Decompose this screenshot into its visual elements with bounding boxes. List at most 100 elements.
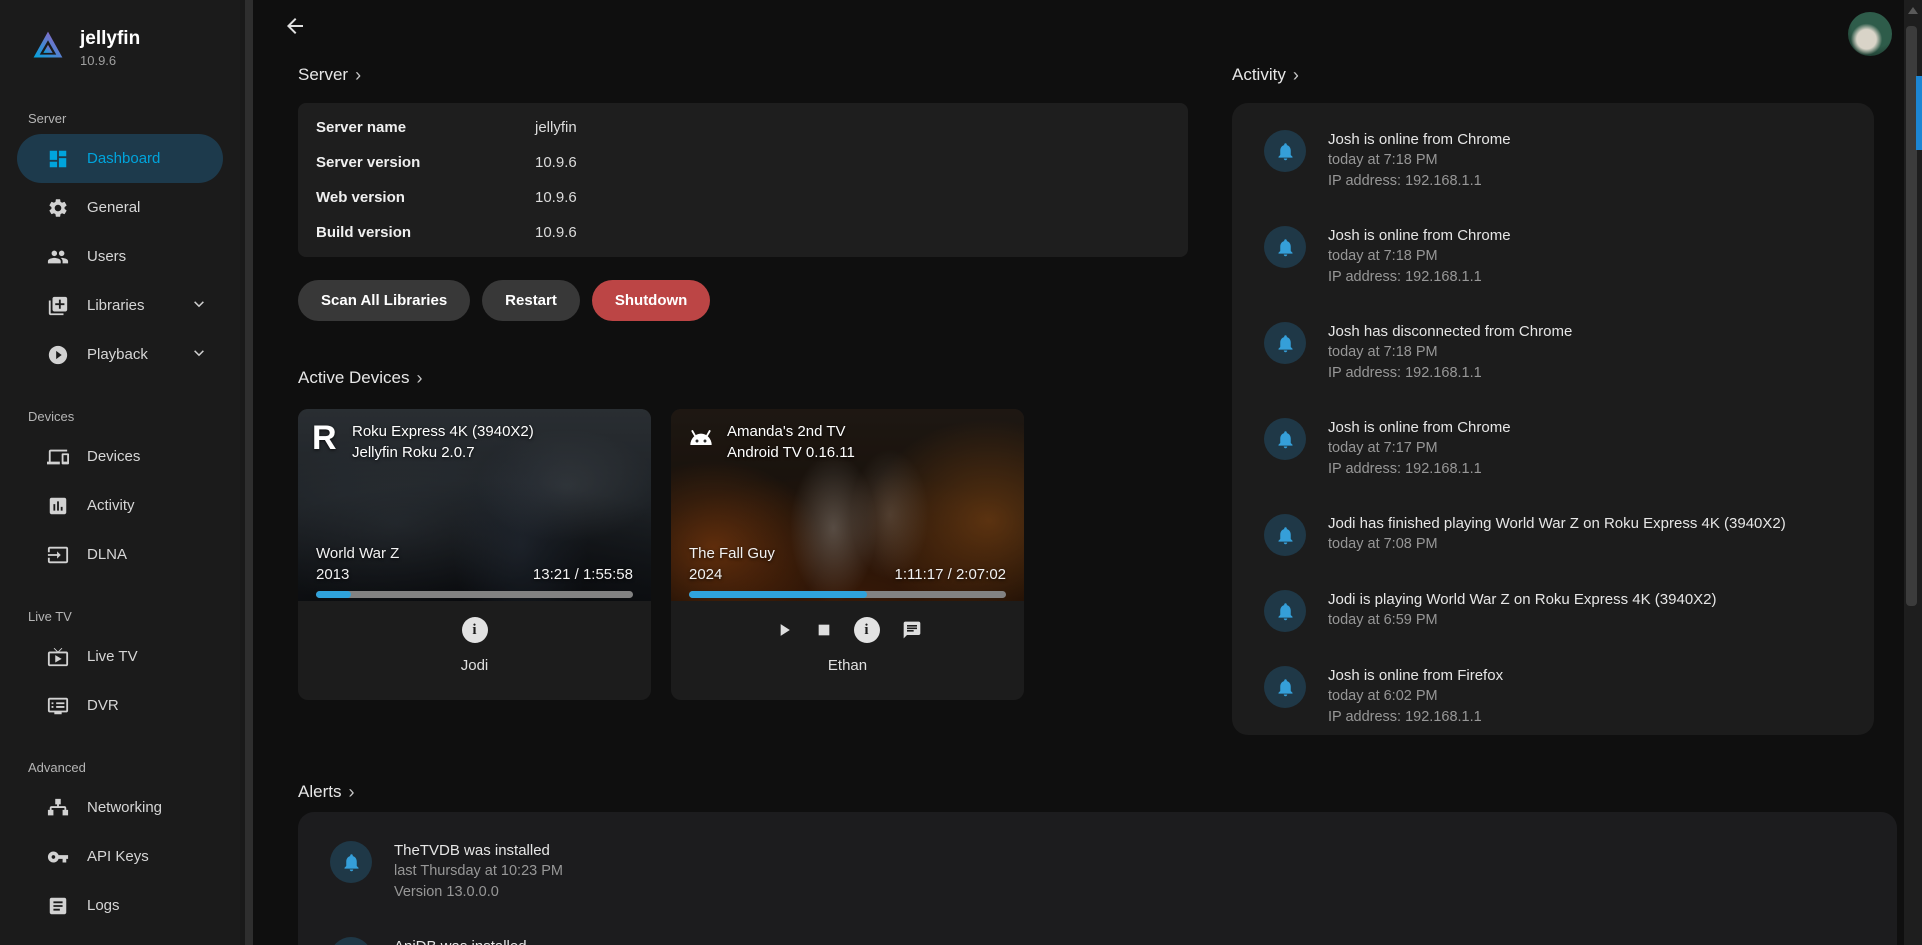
- sidebar-item-general[interactable]: General: [17, 183, 223, 232]
- chevron-down-icon[interactable]: [191, 296, 207, 316]
- playback-time: 1:11:17 / 2:07:02: [895, 564, 1006, 585]
- activity-section-heading[interactable]: Activity ›: [1232, 65, 1874, 85]
- activity-entry: Josh is online from Firefox today at 6:0…: [1264, 665, 1854, 728]
- user-avatar[interactable]: [1848, 12, 1892, 56]
- sidebar-item-label: Logs: [87, 897, 120, 914]
- info-button[interactable]: i: [462, 617, 488, 643]
- alert-title: AniDB was installed: [394, 936, 527, 945]
- info-button[interactable]: i: [854, 617, 880, 643]
- alert-time: last Thursday at 10:23 PM: [394, 861, 563, 882]
- nav-section-live-tv: Live TV: [0, 609, 240, 624]
- sidebar-item-networking[interactable]: Networking: [17, 783, 223, 832]
- session-card-android-tv[interactable]: Amanda's 2nd TV Android TV 0.16.11 The F…: [671, 409, 1024, 700]
- arrow-left-icon: [283, 14, 307, 38]
- sidebar-nav: Server Dashboard General Users Libraries…: [0, 111, 240, 930]
- sidebar-item-live-tv[interactable]: Live TV: [17, 632, 223, 681]
- activity-title: Jodi has finished playing World War Z on…: [1328, 513, 1786, 534]
- build-version-value: 10.9.6: [535, 224, 1170, 241]
- gear-icon: [47, 197, 69, 219]
- dlna-icon: [47, 544, 69, 566]
- sidebar: jellyfin 10.9.6 Server Dashboard General…: [0, 0, 240, 945]
- sidebar-item-dashboard[interactable]: Dashboard: [17, 134, 223, 183]
- sidebar-item-label: Networking: [87, 799, 162, 816]
- android-icon: [685, 424, 717, 450]
- play-button[interactable]: [774, 620, 794, 640]
- active-devices-heading[interactable]: Active Devices ›: [298, 368, 1188, 388]
- server-name-row: Server name jellyfin: [316, 110, 1170, 145]
- sidebar-scrollbar[interactable]: [240, 0, 253, 945]
- bell-icon: [1264, 514, 1306, 556]
- server-version-label: Server version: [316, 154, 535, 171]
- playback-progress-bar: [689, 591, 1006, 598]
- server-name-label: Server name: [316, 119, 535, 136]
- activity-entry: Josh is online from Chrome today at 7:17…: [1264, 417, 1854, 480]
- bell-icon: [330, 841, 372, 883]
- shutdown-button[interactable]: Shutdown: [592, 280, 710, 321]
- app-title: jellyfin: [80, 28, 140, 50]
- live-tv-icon: [47, 646, 69, 668]
- sidebar-item-dvr[interactable]: DVR: [17, 681, 223, 730]
- sidebar-item-users[interactable]: Users: [17, 232, 223, 281]
- server-info-card: Server name jellyfin Server version 10.9…: [298, 103, 1188, 257]
- sidebar-item-label: Playback: [87, 346, 148, 363]
- alert-title: TheTVDB was installed: [394, 840, 563, 861]
- activity-entry: Jodi is playing World War Z on Roku Expr…: [1264, 589, 1854, 632]
- client-version: Jellyfin Roku 2.0.7: [352, 442, 534, 463]
- sidebar-item-dlna[interactable]: DLNA: [17, 530, 223, 579]
- activity-title: Josh is online from Chrome: [1328, 417, 1511, 438]
- restart-button[interactable]: Restart: [482, 280, 580, 321]
- networking-icon: [47, 797, 69, 819]
- build-version-row: Build version 10.9.6: [316, 215, 1170, 250]
- activity-time: today at 7:18 PM: [1328, 246, 1511, 267]
- main-content: Server › Server name jellyfin Server ver…: [253, 0, 1904, 945]
- dashboard-icon: [47, 148, 69, 170]
- activity-ip: IP address: 192.168.1.1: [1328, 459, 1511, 480]
- message-button[interactable]: [902, 620, 922, 640]
- session-card-roku[interactable]: R Roku Express 4K (3940X2) Jellyfin Roku…: [298, 409, 651, 700]
- media-year: 2024: [689, 564, 775, 585]
- bell-icon: [1264, 130, 1306, 172]
- web-version-value: 10.9.6: [535, 189, 1170, 206]
- activity-icon: [47, 495, 69, 517]
- activity-entry: Josh is online from Chrome today at 7:18…: [1264, 129, 1854, 192]
- roku-logo-icon: R: [312, 421, 342, 455]
- media-year: 2013: [316, 564, 399, 585]
- app-header: jellyfin 10.9.6: [0, 28, 240, 68]
- sidebar-item-label: Live TV: [87, 648, 138, 665]
- stop-button[interactable]: [816, 622, 832, 638]
- nav-section-server: Server: [0, 111, 240, 126]
- sidebar-item-label: Users: [87, 248, 126, 265]
- alerts-section-heading[interactable]: Alerts ›: [298, 782, 1904, 802]
- page-scrollbar[interactable]: [1904, 0, 1922, 945]
- chevron-right-icon: ›: [348, 784, 354, 801]
- scan-all-libraries-button[interactable]: Scan All Libraries: [298, 280, 470, 321]
- server-heading-label: Server: [298, 65, 348, 85]
- sidebar-item-logs[interactable]: Logs: [17, 881, 223, 930]
- key-icon: [47, 846, 69, 868]
- sidebar-item-devices[interactable]: Devices: [17, 432, 223, 481]
- sidebar-item-activity[interactable]: Activity: [17, 481, 223, 530]
- activity-ip: IP address: 192.168.1.1: [1328, 267, 1511, 288]
- alerts-heading-label: Alerts: [298, 782, 341, 802]
- back-button[interactable]: [283, 14, 309, 40]
- sidebar-item-api-keys[interactable]: API Keys: [17, 832, 223, 881]
- chevron-right-icon: ›: [416, 370, 422, 387]
- bell-icon: [1264, 590, 1306, 632]
- activity-title: Josh is online from Firefox: [1328, 665, 1503, 686]
- window-scrollbar-thumb[interactable]: [1916, 76, 1922, 150]
- server-version-row: Server version 10.9.6: [316, 145, 1170, 180]
- web-version-row: Web version 10.9.6: [316, 180, 1170, 215]
- bell-icon: [1264, 666, 1306, 708]
- sidebar-item-libraries[interactable]: Libraries: [17, 281, 223, 330]
- sidebar-item-label: DVR: [87, 697, 119, 714]
- sidebar-scrollbar-thumb[interactable]: [245, 0, 253, 945]
- session-user: Jodi: [461, 657, 489, 674]
- dvr-icon: [47, 695, 69, 717]
- scrollbar-up-arrow[interactable]: [1908, 7, 1918, 14]
- chevron-down-icon[interactable]: [191, 345, 207, 365]
- alerts-panel: TheTVDB was installed last Thursday at 1…: [298, 812, 1897, 945]
- server-section-heading[interactable]: Server ›: [298, 65, 1188, 85]
- bell-icon: [330, 937, 372, 945]
- app-version: 10.9.6: [80, 53, 140, 68]
- sidebar-item-playback[interactable]: Playback: [17, 330, 223, 379]
